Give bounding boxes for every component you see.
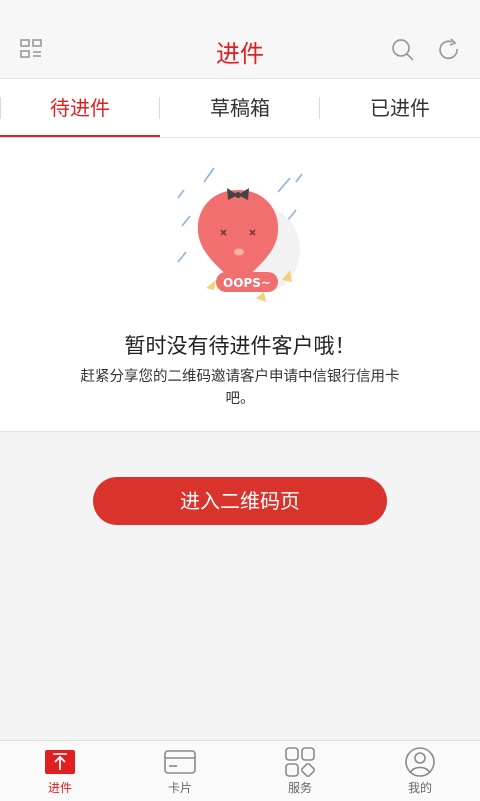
tab-active-indicator [0, 135, 160, 137]
tab-divider [0, 97, 1, 119]
services-grid-icon [284, 747, 316, 778]
tab-drafts[interactable]: 草稿箱 [160, 79, 320, 137]
nav-item-cards[interactable]: 卡片 [120, 741, 240, 801]
nav-label: 我的 [407, 781, 432, 795]
tab-submitted[interactable]: 已进件 [320, 79, 480, 137]
app-header: 进件 [0, 0, 480, 79]
profile-icon [404, 747, 436, 777]
card-icon [164, 747, 196, 777]
nav-item-submit[interactable]: 进件 [0, 741, 120, 801]
upload-icon [44, 747, 76, 777]
refresh-icon[interactable] [436, 37, 462, 63]
tab-bar: 待进件 草稿箱 已进件 [0, 79, 480, 138]
tab-label: 草稿箱 [210, 96, 270, 120]
nav-item-services[interactable]: 服务 [240, 741, 360, 801]
tab-label: 已进件 [370, 96, 430, 120]
enter-qr-page-button[interactable]: 进入二维码页 [93, 477, 387, 525]
nav-label: 卡片 [167, 781, 192, 795]
empty-state-panel: OOPS~ 暂时没有待进件客户哦！ 赶紧分享您的二维码邀请客户申请中信银行信用卡… [0, 138, 480, 432]
oops-label: OOPS~ [223, 276, 271, 290]
bottom-nav: 进件 卡片 服务 我的 [0, 740, 480, 801]
empty-state-title: 暂时没有待进件客户哦！ [124, 334, 356, 358]
oops-balloon-illustration: OOPS~ [177, 167, 303, 302]
tab-pending[interactable]: 待进件 [0, 79, 160, 137]
empty-state-description: 赶紧分享您的二维码邀请客户申请中信银行信用卡吧。 [80, 369, 400, 407]
nav-label: 进件 [47, 781, 72, 795]
tab-label: 待进件 [50, 96, 110, 120]
search-icon[interactable] [390, 37, 416, 63]
nav-item-profile[interactable]: 我的 [360, 741, 480, 801]
nav-label: 服务 [287, 781, 312, 795]
